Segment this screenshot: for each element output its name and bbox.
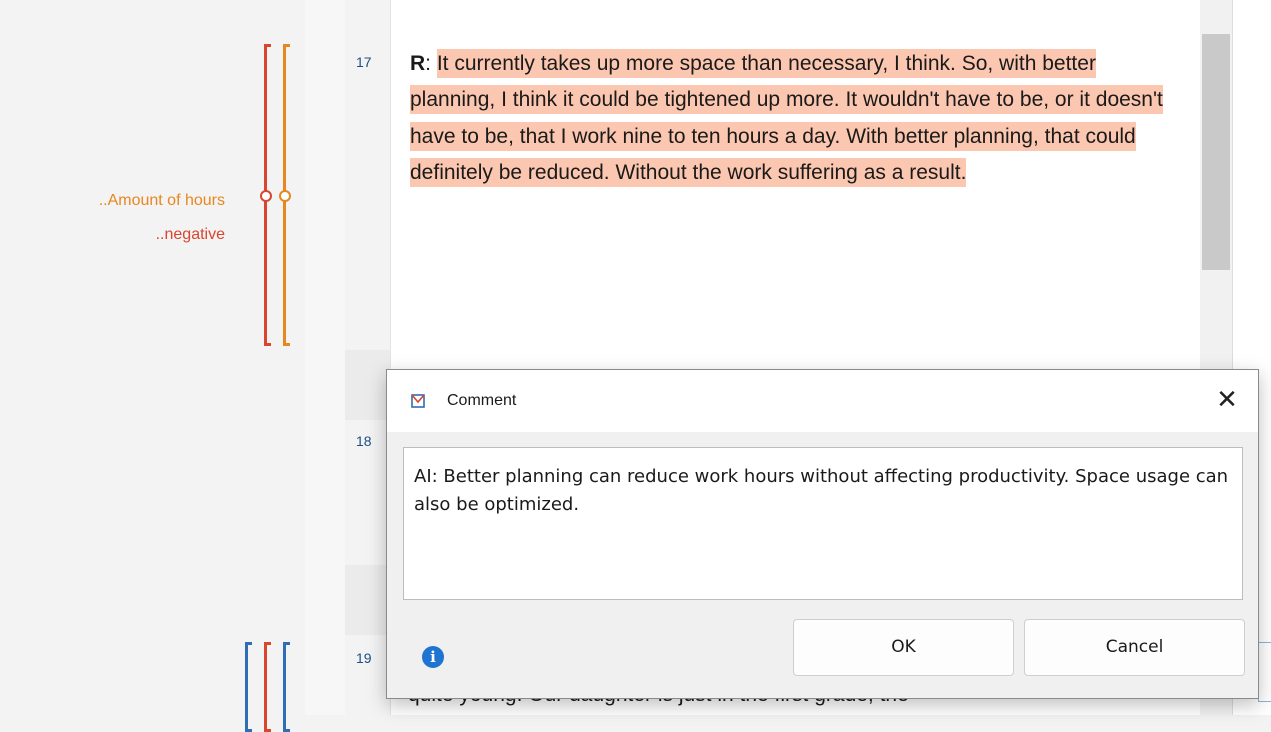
coded-segment-text[interactable]: It currently takes up more space than ne…	[410, 49, 1163, 188]
code-bracket-blue-2[interactable]	[283, 642, 290, 732]
line-number-18: 18	[356, 433, 372, 449]
line-number-19: 19	[356, 650, 372, 666]
paragraph-17[interactable]: R: It currently takes up more space than…	[410, 46, 1180, 192]
ok-button[interactable]: OK	[793, 619, 1014, 676]
maxqda-logo-icon	[411, 394, 425, 408]
line-band	[345, 350, 390, 420]
speaker-label: R	[410, 52, 426, 75]
line-number-17: 17	[356, 54, 372, 70]
cancel-button[interactable]: Cancel	[1024, 619, 1245, 676]
code-knot-amount-of-hours[interactable]	[279, 190, 291, 202]
dialog-title: Comment	[447, 392, 517, 409]
line-band	[345, 565, 390, 635]
line-number-column	[345, 0, 390, 715]
speaker-colon: :	[425, 52, 437, 75]
code-knot-negative[interactable]	[260, 190, 272, 202]
comment-textarea[interactable]: AI: Better planning can reduce work hour…	[403, 447, 1243, 600]
code-label-negative[interactable]: ..negative	[156, 226, 225, 244]
scrollbar-thumb[interactable]	[1202, 34, 1230, 270]
info-icon[interactable]: i	[422, 646, 444, 668]
close-icon[interactable]: ✕	[1207, 384, 1247, 416]
code-bracket-blue-1[interactable]	[245, 642, 252, 732]
code-label-amount-of-hours[interactable]: ..Amount of hours	[99, 192, 225, 210]
code-margin-pane: ..Amount of hours ..negative	[0, 0, 305, 732]
right-panel-box	[1258, 642, 1271, 702]
code-bracket-red-2[interactable]	[264, 642, 271, 732]
comment-dialog[interactable]: Comment ✕ AI: Better planning can reduce…	[386, 369, 1259, 699]
dialog-titlebar[interactable]: Comment ✕	[387, 370, 1258, 432]
gutter	[305, 0, 345, 715]
